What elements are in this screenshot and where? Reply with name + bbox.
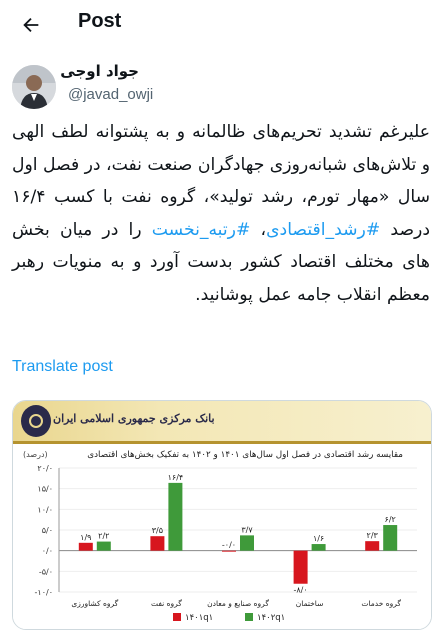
bar-data-label: ۲/۳	[367, 531, 379, 540]
bar-s1401	[293, 550, 308, 584]
bar-s1401	[222, 550, 236, 552]
bar-data-label: -۰/۰	[222, 541, 236, 550]
chart: مقایسه رشد اقتصادی در فصل اول سال‌های ۱۴…	[13, 444, 431, 629]
bar-s1402	[168, 482, 183, 551]
hashtag-link[interactable]: #رتبه_نخست	[152, 220, 251, 240]
post-image[interactable]: بانک مرکزی جمهوری اسلامی ایران مقایسه رش…	[12, 400, 432, 630]
top-bar: Post	[0, 0, 439, 50]
x-tick-label: ساختمان	[296, 599, 324, 608]
bar-data-label: ۶/۲	[385, 515, 396, 524]
bar-data-label: ۱/۶	[313, 534, 324, 543]
bar-s1402	[383, 525, 398, 551]
bar-data-label: ۲/۲	[98, 532, 109, 541]
chart-unit: (درصد)	[23, 450, 48, 459]
tweet-text-segment: ،	[250, 219, 267, 240]
bank-logo-icon	[21, 405, 51, 437]
author-handle[interactable]: @javad_owji	[68, 86, 153, 103]
page-title: Post	[78, 10, 122, 32]
bar-s1402	[311, 544, 326, 551]
y-tick-label: -۱۰/۰	[35, 588, 53, 597]
bank-name: بانک مرکزی جمهوری اسلامی ایران	[53, 412, 215, 425]
legend-swatch	[245, 613, 253, 621]
y-tick-label: -۵/۰	[39, 567, 53, 576]
bar-data-label: ۱۶/۴	[168, 473, 184, 482]
bar-data-label: ۳/۷	[241, 525, 253, 534]
back-arrow-icon[interactable]	[14, 8, 48, 42]
bar-s1402	[240, 535, 254, 551]
chart-title: مقایسه رشد اقتصادی در فصل اول سال‌های ۱۴…	[87, 450, 403, 460]
bar-data-label: ۳/۵	[152, 526, 163, 535]
y-tick-label: ۲۰/۰	[37, 464, 53, 473]
legend-label: ۱۴۰۲q۱	[257, 613, 285, 623]
bank-banner: بانک مرکزی جمهوری اسلامی ایران	[13, 401, 431, 441]
x-tick-label: گروه خدمات	[361, 599, 401, 608]
tweet-text: علیرغم تشدید تحریم‌های ظالمانه و به پشتو…	[12, 116, 430, 311]
x-tick-label: گروه نفت	[151, 599, 182, 608]
avatar[interactable]	[12, 65, 56, 109]
x-tick-label: گروه کشاورزی	[71, 599, 118, 608]
bar-data-label: ۱/۹	[80, 533, 91, 542]
y-tick-label: ۰/۰	[42, 547, 53, 556]
bar-s1401	[365, 541, 380, 551]
legend-swatch	[173, 613, 181, 621]
x-tick-label: گروه صنایع و معادن	[207, 599, 269, 608]
y-tick-label: ۱۵/۰	[37, 485, 53, 494]
chart-plot: ۲۰/۰ ۱۵/۰ ۱۰/۰ ۵/۰ ۰/۰ -۵/۰ -۱۰/۰ ۱/۹ ۲/۲ گروه کش…	[35, 464, 417, 623]
legend-label: ۱۴۰۱q۱	[185, 613, 213, 623]
bar-s1401	[78, 542, 93, 551]
bar-s1401	[150, 536, 165, 551]
bar-data-label: -۸/۰	[294, 586, 308, 595]
y-tick-label: ۵/۰	[42, 526, 53, 535]
translate-post-link[interactable]: Translate post	[12, 358, 113, 376]
author-name[interactable]: جواد اوجی	[60, 62, 139, 80]
hashtag-link[interactable]: #رشد_اقتصادی	[266, 220, 380, 240]
bar-s1402	[96, 541, 111, 551]
y-tick-label: ۱۰/۰	[37, 505, 53, 514]
